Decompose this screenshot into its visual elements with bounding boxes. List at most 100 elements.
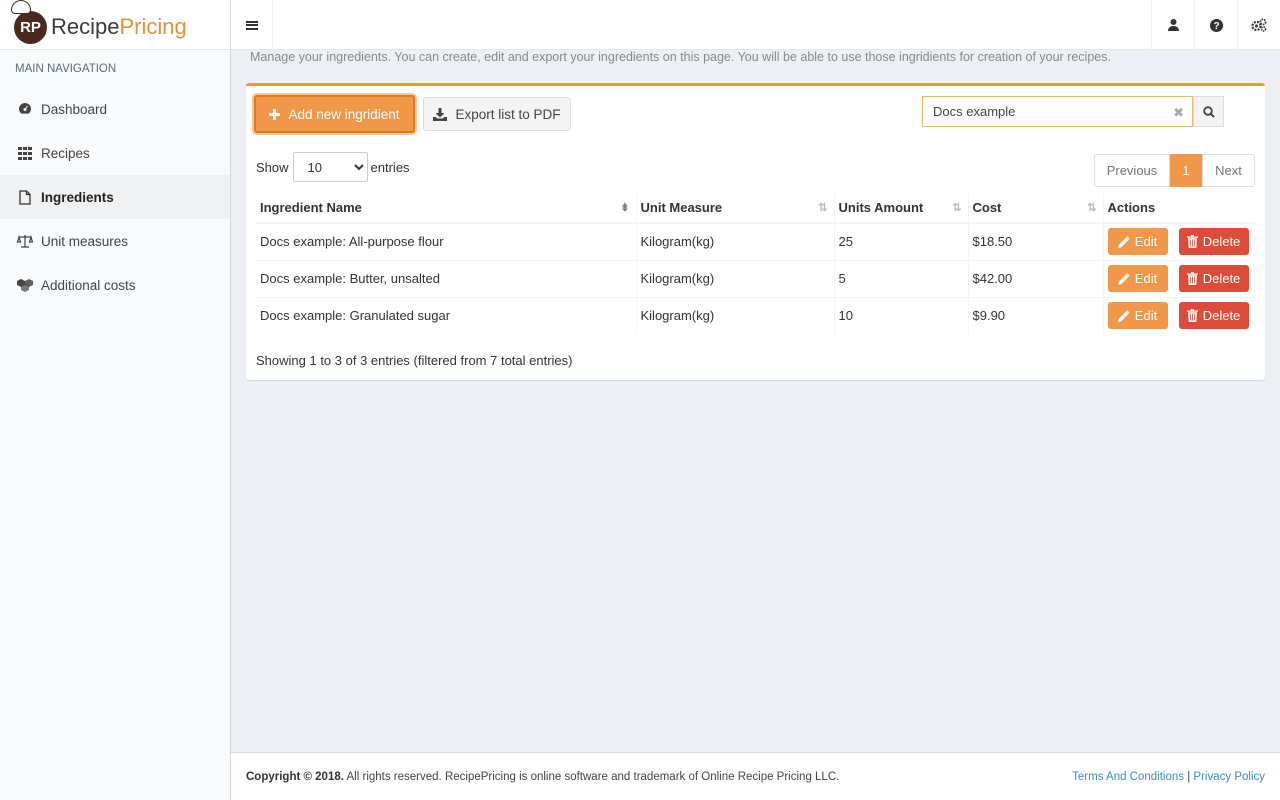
menu-toggle-button[interactable] <box>231 0 273 50</box>
column-label: Unit Measure <box>640 200 723 215</box>
table-header-row: Ingredient Name ⇟ Unit Measure ⇅ Units Amo… <box>256 193 1255 224</box>
table-row: Docs example: All-purpose flour Kilogram… <box>256 222 1255 260</box>
sidebar-item-label: Dashboard <box>41 101 108 117</box>
sidebar-item-ingredients[interactable]: Ingredients <box>0 175 230 219</box>
delete-label: Delete <box>1202 234 1241 250</box>
next-page-button[interactable]: Next <box>1202 154 1255 187</box>
delete-button[interactable]: Delete <box>1178 302 1249 330</box>
help-button[interactable]: ? <box>1194 0 1237 50</box>
copyright: Copyright © 2018. All rights reserved. R… <box>246 771 839 783</box>
column-header-unit-measure[interactable]: Unit Measure ⇅ <box>636 193 835 224</box>
grid-icon <box>17 145 33 161</box>
sidebar-item-additional-costs[interactable]: Additional costs <box>0 263 230 307</box>
chef-hat-icon <box>11 0 31 14</box>
dashboard-icon <box>17 101 33 117</box>
sort-icon: ⇅ <box>1087 202 1097 214</box>
cell-units-amount: 5 <box>834 259 969 297</box>
brand-name-part1: Recipe <box>51 13 120 39</box>
download-icon <box>433 107 448 121</box>
pencil-icon <box>1117 272 1130 285</box>
cell-ingredient-name: Docs example: All-purpose flour <box>256 222 637 260</box>
cell-cost: $18.50 <box>968 222 1104 260</box>
sidebar-item-label: Additional costs <box>41 277 136 293</box>
trash-icon <box>1186 309 1198 323</box>
export-pdf-label: Export list to PDF <box>455 106 561 122</box>
cell-units-amount: 10 <box>834 296 969 334</box>
brand-logo[interactable]: RP RecipePricing <box>0 0 230 50</box>
privacy-link[interactable]: Privacy Policy <box>1193 771 1265 783</box>
clear-search-icon[interactable]: ✖ <box>1173 105 1184 121</box>
settings-button[interactable] <box>1237 0 1280 50</box>
sidebar-item-label: Recipes <box>41 145 90 161</box>
column-header-cost[interactable]: Cost ⇅ <box>968 193 1104 224</box>
cell-ingredient-name: Docs example: Granulated sugar <box>256 296 637 334</box>
edit-button[interactable]: Edit <box>1107 228 1168 256</box>
column-label: Ingredient Name <box>260 200 362 215</box>
search-button[interactable] <box>1193 96 1224 127</box>
svg-text:?: ? <box>1213 21 1219 32</box>
settings-icon <box>1251 18 1267 32</box>
page-1-button[interactable]: 1 <box>1170 154 1202 187</box>
copyright-text: All rights reserved. RecipePricing is on… <box>343 770 840 783</box>
edit-label: Edit <box>1134 308 1158 324</box>
delete-label: Delete <box>1202 308 1241 324</box>
edit-label: Edit <box>1134 234 1158 250</box>
cell-cost: $9.90 <box>968 296 1104 334</box>
sidebar: RP RecipePricing MAIN NAVIGATION Dashboa… <box>0 0 231 800</box>
delete-button[interactable]: Delete <box>1178 265 1249 292</box>
show-label: Show <box>256 159 289 175</box>
pagination: Previous 1 Next <box>1094 154 1255 187</box>
sidebar-item-label: Unit measures <box>41 233 129 249</box>
cell-actions: Edit Delete <box>1103 296 1255 334</box>
delete-label: Delete <box>1202 271 1241 286</box>
edit-button[interactable]: Edit <box>1107 302 1168 330</box>
user-icon <box>1167 19 1179 31</box>
cell-actions: Edit Delete <box>1103 259 1255 297</box>
page-description: Manage your ingredients. You can create,… <box>250 50 1111 64</box>
edit-button[interactable]: Edit <box>1107 265 1168 292</box>
main-content: Manage your ingredients. You can create,… <box>231 50 1280 752</box>
sidebar-item-label: Ingredients <box>41 189 114 205</box>
column-header-ingredient-name[interactable]: Ingredient Name ⇟ <box>256 193 637 224</box>
sidebar-item-dashboard[interactable]: Dashboard <box>0 87 230 131</box>
sort-icon: ⇅ <box>952 202 962 214</box>
topbar-actions: ? <box>1151 0 1280 50</box>
plus-icon <box>269 108 281 120</box>
nav-header: MAIN NAVIGATION <box>15 63 117 75</box>
export-pdf-button[interactable]: Export list to PDF <box>423 97 571 131</box>
balance-scale-icon <box>17 233 33 249</box>
cell-cost: $42.00 <box>968 259 1104 297</box>
cell-units-amount: 25 <box>834 222 969 260</box>
sidebar-item-recipes[interactable]: Recipes <box>0 131 230 175</box>
sort-asc-icon: ⇟ <box>620 202 630 214</box>
user-button[interactable] <box>1151 0 1194 50</box>
brand-name: RecipePricing <box>51 14 187 40</box>
column-label: Units Amount <box>838 200 924 215</box>
topbar: ? <box>231 0 1280 50</box>
footer-links: Terms And Conditions | Privacy Policy <box>1072 771 1265 783</box>
column-header-actions: Actions <box>1103 193 1255 224</box>
ingredients-box: Add new ingridient Export list to PDF ✖ … <box>246 83 1265 380</box>
trash-icon <box>1186 272 1198 285</box>
search-input[interactable] <box>923 97 1192 126</box>
hamburger-icon <box>245 19 258 31</box>
footer: Copyright © 2018. All rights reserved. R… <box>231 752 1280 800</box>
add-ingredient-button[interactable]: Add new ingridient <box>254 95 415 133</box>
entries-select[interactable]: 10 <box>292 152 368 182</box>
add-ingredient-label: Add new ingridient <box>288 106 400 122</box>
file-icon <box>17 189 33 205</box>
sidebar-item-unit-measures[interactable]: Unit measures <box>0 219 230 263</box>
cell-actions: Edit Delete <box>1103 222 1255 260</box>
help-icon: ? <box>1209 18 1223 32</box>
logo-badge: RP <box>11 0 47 44</box>
column-header-units-amount[interactable]: Units Amount ⇅ <box>834 193 969 224</box>
ingredients-table: Ingredient Name ⇟ Unit Measure ⇅ Units Amo… <box>256 193 1255 334</box>
delete-button[interactable]: Delete <box>1178 228 1249 256</box>
logo-badge-text: RP <box>20 19 41 36</box>
previous-page-button[interactable]: Previous <box>1094 154 1170 187</box>
terms-link[interactable]: Terms And Conditions <box>1072 771 1184 783</box>
sort-icon: ⇅ <box>818 202 828 214</box>
pencil-icon <box>1117 236 1130 248</box>
search-box: ✖ <box>922 96 1193 127</box>
search-icon <box>1202 105 1215 118</box>
